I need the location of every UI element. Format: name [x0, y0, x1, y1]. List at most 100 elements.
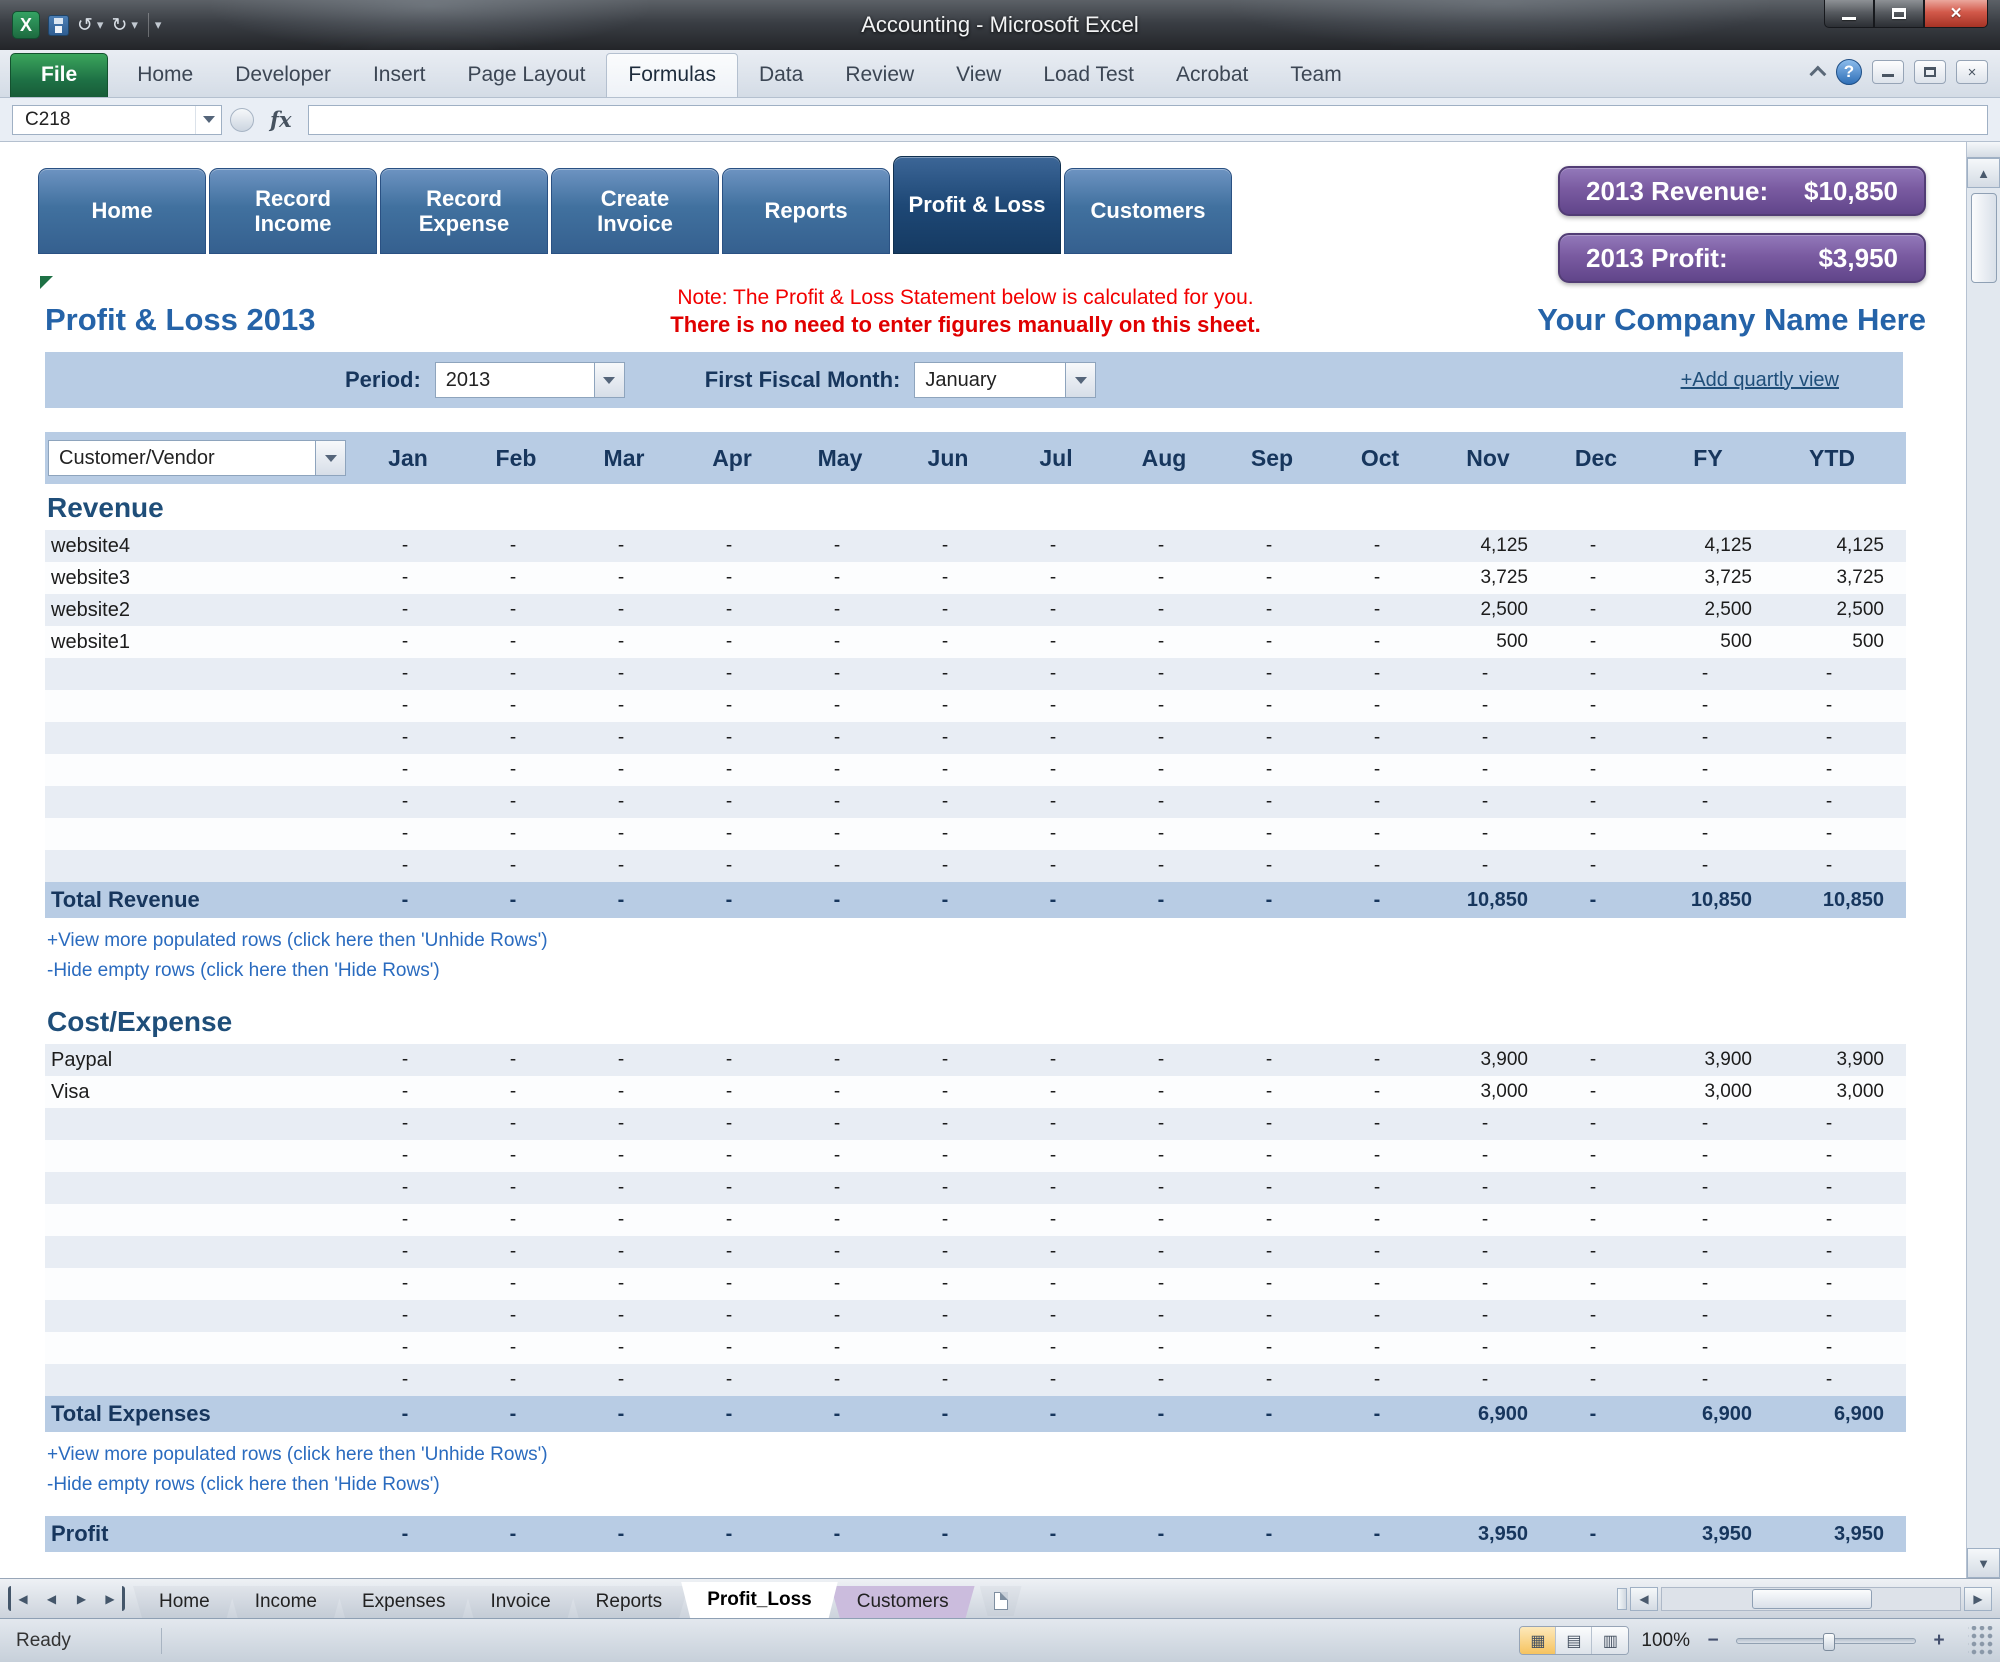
next-sheet-button[interactable]: ▶ — [68, 1586, 95, 1611]
cell[interactable]: - — [1002, 1177, 1110, 1199]
row-label[interactable]: website4 — [45, 535, 354, 558]
cell[interactable]: - — [354, 1049, 462, 1071]
ribbon-tab-acrobat[interactable]: Acrobat — [1155, 54, 1269, 97]
cell[interactable]: - — [1218, 1241, 1326, 1263]
cell[interactable]: - — [462, 1145, 570, 1167]
cell[interactable]: - — [1218, 791, 1326, 813]
cell[interactable]: - — [786, 1369, 894, 1391]
cell[interactable]: - — [462, 1273, 570, 1295]
cell[interactable]: 3,950 — [1650, 1523, 1766, 1546]
nav-button-home[interactable]: Home — [38, 168, 206, 254]
split-handle[interactable] — [1967, 142, 2000, 158]
cell[interactable]: - — [678, 791, 786, 813]
cell[interactable]: - — [1766, 1369, 1898, 1391]
cell[interactable]: - — [570, 631, 678, 653]
cell[interactable]: 6,900 — [1766, 1403, 1898, 1426]
page-layout-view-button[interactable]: ▤ — [1556, 1627, 1593, 1654]
cell[interactable]: - — [354, 599, 462, 621]
scroll-up-button[interactable]: ▲ — [1967, 158, 2000, 188]
maximize-button[interactable] — [1874, 0, 1924, 28]
ribbon-tab-home[interactable]: Home — [116, 54, 214, 97]
cell[interactable]: - — [1542, 727, 1650, 749]
cell[interactable]: - — [1218, 1305, 1326, 1327]
cell[interactable]: - — [894, 1273, 1002, 1295]
cell[interactable]: - — [570, 599, 678, 621]
cell[interactable]: - — [1110, 1523, 1218, 1546]
cell[interactable]: - — [1542, 1369, 1650, 1391]
cell[interactable]: - — [1542, 1209, 1650, 1231]
cell[interactable]: - — [462, 727, 570, 749]
cell[interactable]: 3,725 — [1650, 567, 1766, 589]
cell[interactable]: - — [1434, 791, 1542, 813]
cell[interactable]: - — [354, 695, 462, 717]
cell[interactable]: - — [1766, 1337, 1898, 1359]
cell[interactable]: - — [354, 567, 462, 589]
cell[interactable]: - — [570, 1177, 678, 1199]
cell[interactable]: - — [678, 1241, 786, 1263]
cell[interactable]: - — [1218, 567, 1326, 589]
cell[interactable]: - — [786, 1081, 894, 1103]
cell[interactable]: - — [1218, 1113, 1326, 1135]
cell[interactable]: - — [786, 535, 894, 557]
cell[interactable]: - — [1434, 855, 1542, 877]
cell[interactable]: - — [1326, 791, 1434, 813]
cell[interactable]: - — [570, 855, 678, 877]
cell[interactable]: - — [1542, 631, 1650, 653]
cell[interactable]: - — [894, 823, 1002, 845]
cell[interactable]: - — [462, 791, 570, 813]
cell[interactable]: - — [1002, 663, 1110, 685]
ribbon-tab-page-layout[interactable]: Page Layout — [446, 54, 606, 97]
collapse-ribbon-icon[interactable] — [1809, 65, 1827, 83]
cell[interactable]: - — [1002, 1305, 1110, 1327]
cell[interactable]: - — [1650, 1113, 1766, 1135]
nav-button-reports[interactable]: Reports — [722, 168, 890, 254]
cell[interactable]: - — [1650, 791, 1766, 813]
cell[interactable]: - — [1434, 1113, 1542, 1135]
last-sheet-button[interactable]: ▶ — [98, 1586, 125, 1611]
cell[interactable]: - — [786, 1241, 894, 1263]
cell[interactable]: - — [570, 727, 678, 749]
cell[interactable]: - — [786, 823, 894, 845]
cell[interactable]: - — [786, 1403, 894, 1426]
cell[interactable]: - — [786, 1049, 894, 1071]
cell[interactable]: - — [1650, 695, 1766, 717]
cell[interactable]: - — [462, 889, 570, 912]
cell[interactable]: - — [1434, 1177, 1542, 1199]
cell[interactable]: - — [1766, 1177, 1898, 1199]
row-label[interactable]: Profit — [45, 1521, 354, 1547]
cell[interactable]: - — [894, 1145, 1002, 1167]
cell[interactable]: - — [462, 1209, 570, 1231]
cell[interactable]: - — [1542, 1273, 1650, 1295]
zoom-slider[interactable] — [1736, 1632, 1916, 1651]
cell[interactable]: - — [1326, 1145, 1434, 1167]
workbook-close-button[interactable]: × — [1956, 60, 1988, 84]
cell[interactable]: - — [1766, 759, 1898, 781]
cell[interactable]: - — [1650, 1369, 1766, 1391]
cell[interactable]: - — [1218, 1273, 1326, 1295]
cell[interactable]: - — [1650, 759, 1766, 781]
cell[interactable]: - — [1218, 599, 1326, 621]
cell[interactable]: - — [1542, 823, 1650, 845]
row-label[interactable]: Total Expenses — [45, 1401, 354, 1427]
cell[interactable]: - — [1542, 1049, 1650, 1071]
cell[interactable]: - — [678, 889, 786, 912]
cell[interactable]: - — [1110, 1337, 1218, 1359]
fiscal-dropdown-icon[interactable] — [1065, 363, 1096, 397]
cell[interactable]: - — [678, 1369, 786, 1391]
cell[interactable]: - — [678, 599, 786, 621]
workbook-restore-button[interactable] — [1914, 60, 1946, 84]
cell[interactable]: - — [1002, 823, 1110, 845]
cell[interactable]: - — [570, 1113, 678, 1135]
hide-rows-link[interactable]: -Hide empty rows (click here then 'Hide … — [47, 956, 440, 986]
cell[interactable]: - — [1218, 1403, 1326, 1426]
cell[interactable]: - — [1766, 1113, 1898, 1135]
nav-button-profit-loss[interactable]: Profit & Loss — [893, 156, 1061, 254]
cell[interactable]: - — [894, 1049, 1002, 1071]
cell[interactable]: - — [1002, 1081, 1110, 1103]
cell[interactable]: - — [1326, 663, 1434, 685]
cell[interactable]: - — [1218, 1081, 1326, 1103]
cell[interactable]: - — [894, 631, 1002, 653]
cell[interactable]: - — [1326, 1337, 1434, 1359]
cell[interactable]: - — [1218, 855, 1326, 877]
cell[interactable]: - — [1002, 567, 1110, 589]
